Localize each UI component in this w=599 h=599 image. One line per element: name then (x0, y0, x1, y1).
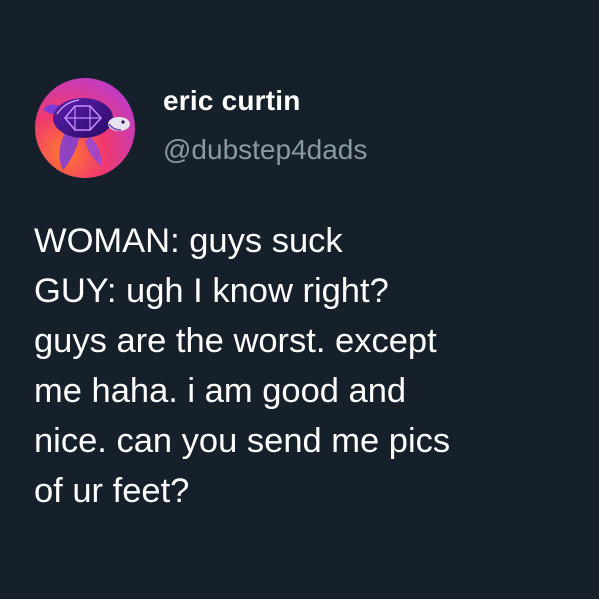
tweet-text-line: guys are the worst. except (34, 322, 437, 360)
author-handle[interactable]: @dubstep4dads (163, 134, 367, 166)
tweet-card: eric curtin @dubstep4dads WOMAN: guys su… (0, 0, 599, 599)
tweet-text-line: of ur feet? (34, 472, 190, 510)
tweet-text-line: GUY: ugh I know right? (34, 272, 389, 310)
sea-turtle-avatar-icon[interactable] (35, 78, 135, 178)
tweet-text-line: WOMAN: guys suck (34, 222, 343, 260)
tweet-text-line: nice. can you send me pics (34, 422, 451, 460)
tweet-text: WOMAN: guys suck GUY: ugh I know right? … (34, 216, 574, 516)
tweet-text-line: me haha. i am good and (34, 372, 407, 410)
author-display-name[interactable]: eric curtin (163, 85, 301, 117)
